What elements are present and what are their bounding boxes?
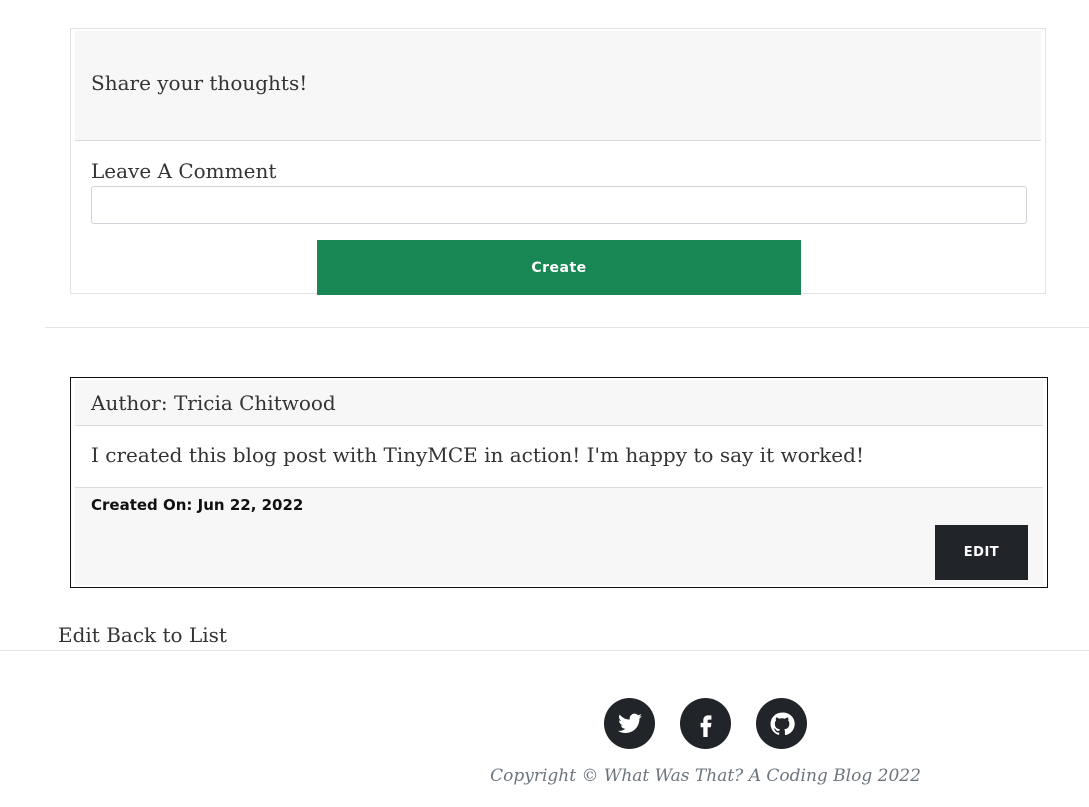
post-body: I created this blog post with TinyMCE in…	[91, 443, 864, 467]
github-icon	[770, 712, 795, 735]
comment-label: Leave A Comment	[91, 159, 277, 183]
page-links: Edit Back to List	[58, 623, 227, 647]
post-card: Author: Tricia Chitwood I created this b…	[70, 377, 1048, 588]
github-link[interactable]	[756, 698, 807, 749]
twitter-link[interactable]	[604, 698, 655, 749]
create-button[interactable]: Create	[317, 240, 801, 295]
back-to-list-link[interactable]: Back to List	[106, 623, 227, 647]
copyright-text: Copyright © What Was That? A Coding Blog…	[490, 766, 921, 786]
facebook-link[interactable]	[680, 698, 731, 749]
post-footer: Created On: Jun 22, 2022 EDIT	[75, 487, 1043, 585]
comment-input[interactable]	[91, 186, 1027, 224]
post-author: Author: Tricia Chitwood	[91, 391, 336, 415]
edit-link[interactable]: Edit	[58, 623, 100, 647]
footer-divider	[0, 650, 1089, 651]
post-created-date: Created On: Jun 22, 2022	[91, 496, 304, 514]
edit-post-button[interactable]: EDIT	[935, 525, 1028, 580]
comment-card: Share your thoughts! Leave A Comment Cre…	[70, 28, 1046, 295]
comment-card-header: Share your thoughts!	[75, 31, 1041, 141]
page: Share your thoughts! Leave A Comment Cre…	[0, 0, 1089, 807]
twitter-icon	[617, 713, 642, 733]
facebook-icon	[700, 714, 711, 737]
post-header: Author: Tricia Chitwood	[75, 380, 1043, 426]
comment-card-title: Share your thoughts!	[91, 71, 308, 95]
divider	[45, 327, 1089, 328]
